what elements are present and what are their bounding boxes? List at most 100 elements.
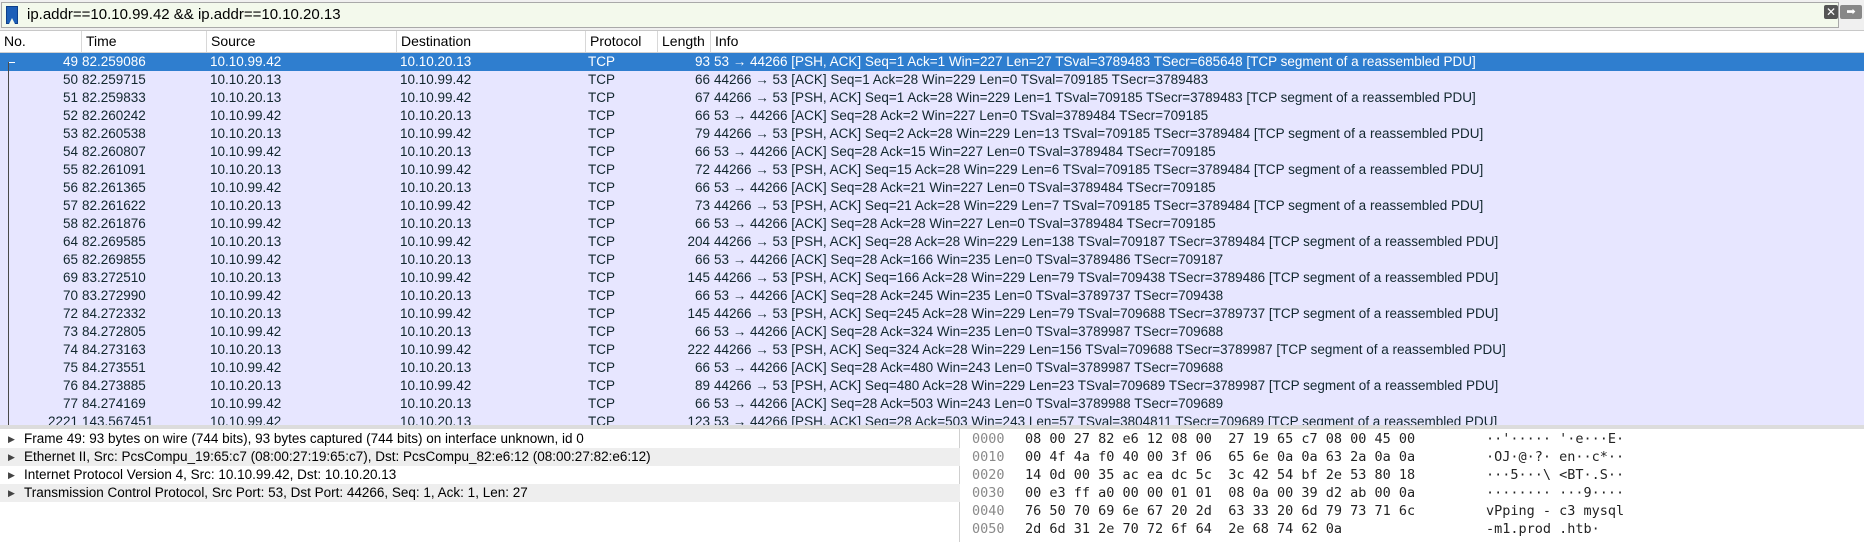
packet-source: 10.10.99.42 [210, 360, 282, 375]
packet-source: 10.10.20.13 [210, 378, 282, 393]
packet-row[interactable]: 54 82.260807 10.10.99.42 10.10.20.13 TCP 66 53… [0, 143, 1864, 161]
packet-row[interactable]: 55 82.261091 10.10.20.13 10.10.99.42 TCP 72 44… [0, 161, 1864, 179]
packet-info: 44266 → 53 [PSH, ACK] Seq=245 Ack=28 Win… [714, 306, 1499, 321]
packet-info: 44266 → 53 [PSH, ACK] Seq=166 Ack=28 Win… [714, 270, 1499, 285]
packet-protocol: TCP [588, 126, 615, 141]
bytes-row[interactable]: 0040 76 50 70 69 6e 67 20 2d 63 33 20 6d … [962, 502, 1864, 520]
expand-arrow-icon[interactable]: ▶ [8, 484, 15, 502]
bytes-row[interactable]: 0030 00 e3 ff a0 00 00 01 01 08 0a 00 39 … [962, 484, 1864, 502]
detail-tree-item[interactable]: ▶ Transmission Control Protocol, Src Port… [0, 484, 960, 502]
packet-list[interactable]: 49 82.259086 10.10.99.42 10.10.20.13 TCP 93 53… [0, 53, 1864, 425]
packet-row[interactable]: 76 84.273885 10.10.20.13 10.10.99.42 TCP 89 44… [0, 377, 1864, 395]
packet-time: 84.272805 [82, 324, 146, 339]
byte-offset: 0020 [972, 467, 1005, 483]
packet-row-selected[interactable]: 49 82.259086 10.10.99.42 10.10.20.13 TCP 93 53… [0, 53, 1864, 71]
packet-length: 66 [694, 396, 710, 411]
bytes-row[interactable]: 0020 14 0d 00 35 ac ea dc 5c 3c 42 54 bf … [962, 466, 1864, 484]
clear-filter-button[interactable]: ✕ [1824, 5, 1838, 19]
packet-time: 143.567451 [82, 414, 154, 425]
packet-row[interactable]: 77 84.274169 10.10.99.42 10.10.20.13 TCP 66 53… [0, 395, 1864, 413]
packet-time: 82.259715 [82, 72, 146, 87]
packet-row[interactable]: 74 84.273163 10.10.20.13 10.10.99.42 TCP 222 4… [0, 341, 1864, 359]
packet-row[interactable]: 52 82.260242 10.10.99.42 10.10.20.13 TCP 66 53… [0, 107, 1864, 125]
detail-tree-item[interactable]: ▶ Internet Protocol Version 4, Src: 10.10… [0, 466, 960, 484]
packet-info: 53 → 44266 [ACK] Seq=28 Ack=166 Win=235 … [714, 252, 1224, 267]
related-packets-tick [9, 62, 15, 63]
display-filter-toolbar: ip.addr==10.10.99.42 && ip.addr==10.10.2… [0, 0, 1864, 31]
packet-row[interactable]: 65 82.269855 10.10.99.42 10.10.20.13 TCP 66 53… [0, 251, 1864, 269]
packet-details-pane[interactable]: ▶ Frame 49: 93 bytes on wire (744 bits), … [0, 429, 960, 542]
packet-length: 66 [694, 360, 710, 375]
column-header-protocol[interactable]: Protocol [586, 31, 658, 52]
packet-row[interactable]: 51 82.259833 10.10.20.13 10.10.99.42 TCP 67 44… [0, 89, 1864, 107]
packet-length: 145 [687, 270, 710, 285]
expand-arrow-icon[interactable]: ▶ [8, 448, 15, 466]
byte-offset: 0050 [972, 521, 1005, 537]
byte-offset: 0010 [972, 449, 1005, 465]
packet-destination: 10.10.20.13 [400, 180, 472, 195]
bytes-row[interactable]: 0000 08 00 27 82 e6 12 08 00 27 19 65 c7 … [962, 430, 1864, 448]
packet-time: 83.272510 [82, 270, 146, 285]
packet-destination: 10.10.20.13 [400, 414, 472, 425]
detail-tree-label: Frame 49: 93 bytes on wire (744 bits), 9… [24, 431, 584, 446]
packet-row[interactable]: 69 83.272510 10.10.20.13 10.10.99.42 TCP 145 4… [0, 269, 1864, 287]
packet-protocol: TCP [588, 378, 615, 393]
packet-row[interactable]: 2221 143.567451 10.10.99.42 10.10.20.13 TCP 1… [0, 413, 1864, 425]
column-header-no[interactable]: No. [0, 31, 82, 52]
packet-destination: 10.10.20.13 [400, 144, 472, 159]
packet-row[interactable]: 64 82.269585 10.10.20.13 10.10.99.42 TCP 204 4… [0, 233, 1864, 251]
expand-arrow-icon[interactable]: ▶ [8, 466, 15, 484]
packet-time: 82.261622 [82, 198, 146, 213]
packet-row[interactable]: 58 82.261876 10.10.99.42 10.10.20.13 TCP 66 53… [0, 215, 1864, 233]
apply-filter-button[interactable]: ➡ [1840, 5, 1862, 19]
column-header-source[interactable]: Source [207, 31, 397, 52]
packet-info: 44266 → 53 [PSH, ACK] Seq=324 Ack=28 Win… [714, 342, 1506, 357]
byte-hex: 76 50 70 69 6e 67 20 2d 63 33 20 6d 79 7… [1025, 503, 1416, 519]
packet-protocol: TCP [588, 252, 615, 267]
column-header-destination[interactable]: Destination [397, 31, 586, 52]
detail-tree-item[interactable]: ▶ Frame 49: 93 bytes on wire (744 bits), … [0, 430, 960, 448]
packet-time: 84.272332 [82, 306, 146, 321]
column-header-info[interactable]: Info [711, 31, 1864, 52]
packet-row[interactable]: 50 82.259715 10.10.20.13 10.10.99.42 TCP 66 44… [0, 71, 1864, 89]
packet-bytes-pane[interactable]: 0000 08 00 27 82 e6 12 08 00 27 19 65 c7 … [962, 429, 1864, 542]
packet-protocol: TCP [588, 144, 615, 159]
packet-length: 73 [694, 198, 710, 213]
byte-offset: 0030 [972, 485, 1005, 501]
packet-row[interactable]: 73 84.272805 10.10.99.42 10.10.20.13 TCP 66 53… [0, 323, 1864, 341]
packet-destination: 10.10.99.42 [400, 72, 472, 87]
packet-row[interactable]: 75 84.273551 10.10.99.42 10.10.20.13 TCP 66 53… [0, 359, 1864, 377]
column-header-time[interactable]: Time [82, 31, 207, 52]
packet-source: 10.10.99.42 [210, 252, 282, 267]
display-filter-input[interactable]: ip.addr==10.10.99.42 && ip.addr==10.10.2… [1, 2, 1839, 28]
packet-time: 84.273885 [82, 378, 146, 393]
packet-info: 53 → 44266 [ACK] Seq=28 Ack=2 Win=227 Le… [714, 108, 1209, 123]
packet-time: 83.272990 [82, 288, 146, 303]
packet-row[interactable]: 70 83.272990 10.10.99.42 10.10.20.13 TCP 66 53… [0, 287, 1864, 305]
packet-protocol: TCP [588, 180, 615, 195]
packet-source: 10.10.99.42 [210, 414, 282, 425]
bytes-row[interactable]: 0050 2d 6d 31 2e 70 72 6f 64 2e 68 74 62 … [962, 520, 1864, 538]
column-header-length[interactable]: Length [658, 31, 711, 52]
packet-row[interactable]: 57 82.261622 10.10.20.13 10.10.99.42 TCP 73 44… [0, 197, 1864, 215]
packet-row[interactable]: 72 84.272332 10.10.20.13 10.10.99.42 TCP 145 4… [0, 305, 1864, 323]
packet-length: 79 [694, 126, 710, 141]
display-filter-text[interactable]: ip.addr==10.10.99.42 && ip.addr==10.10.2… [27, 6, 341, 24]
packet-time: 82.260807 [82, 144, 146, 159]
packet-row[interactable]: 53 82.260538 10.10.20.13 10.10.99.42 TCP 79 44… [0, 125, 1864, 143]
packet-length: 66 [694, 180, 710, 195]
packet-info: 44266 → 53 [PSH, ACK] Seq=1 Ack=28 Win=2… [714, 90, 1476, 105]
packet-info: 53 → 44266 [PSH, ACK] Seq=28 Ack=503 Win… [714, 414, 1498, 425]
byte-hex: 2d 6d 31 2e 70 72 6f 64 2e 68 74 62 0a [1025, 521, 1342, 537]
packet-protocol: TCP [588, 54, 615, 69]
expand-arrow-icon[interactable]: ▶ [8, 430, 15, 448]
packet-destination: 10.10.99.42 [400, 162, 472, 177]
packet-row[interactable]: 56 82.261365 10.10.99.42 10.10.20.13 TCP 66 53… [0, 179, 1864, 197]
packet-length: 66 [694, 144, 710, 159]
packet-info: 53 → 44266 [ACK] Seq=28 Ack=245 Win=235 … [714, 288, 1224, 303]
detail-tree-item[interactable]: ▶ Ethernet II, Src: PcsCompu_19:65:c7 (08… [0, 448, 960, 466]
bookmark-icon[interactable] [6, 6, 18, 24]
packet-destination: 10.10.99.42 [400, 90, 472, 105]
packet-info: 44266 → 53 [ACK] Seq=1 Ack=28 Win=229 Le… [714, 72, 1209, 87]
bytes-row[interactable]: 0010 00 4f 4a f0 40 00 3f 06 65 6e 0a 0a … [962, 448, 1864, 466]
